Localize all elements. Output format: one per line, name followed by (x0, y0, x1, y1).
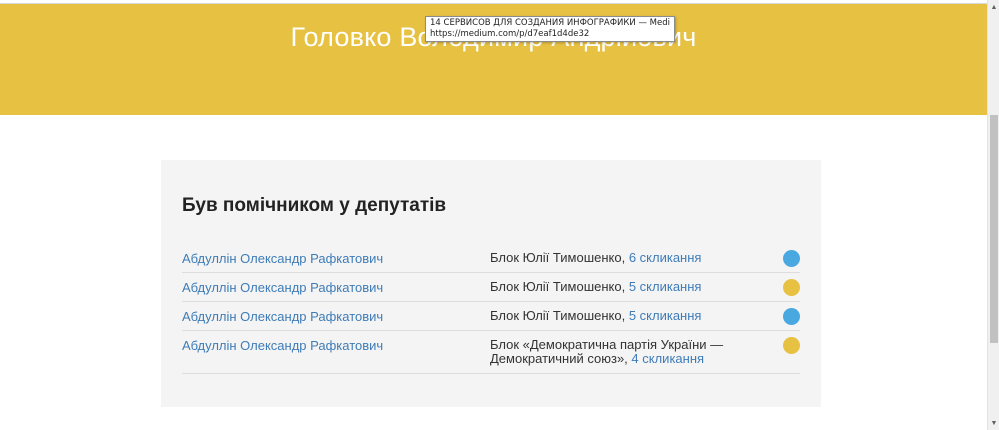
convocation-link[interactable]: 6 скликання (629, 250, 702, 265)
scrollbar-thumb[interactable] (990, 115, 998, 343)
convocation-link[interactable]: 4 скликання (631, 351, 704, 366)
deputy-link[interactable]: Абдуллін Олександр Рафкатович (182, 309, 383, 324)
convocation-link[interactable]: 5 скликання (629, 308, 702, 323)
deputies-list: Абдуллін Олександр Рафкатович Блок Юлії … (182, 244, 800, 374)
deputy-link[interactable]: Абдуллін Олександр Рафкатович (182, 251, 383, 266)
scroll-down-icon[interactable]: ▼ (988, 416, 999, 430)
link-tooltip: 14 СЕРВИСОВ ДЛЯ СОЗДАНИЯ ИНФОГРАФИКИ — M… (425, 16, 675, 42)
tooltip-url: https://medium.com/p/d7eaf1d4de32 (430, 29, 590, 39)
status-dot-icon (783, 337, 800, 354)
tooltip-title: 14 СЕРВИСОВ ДЛЯ СОЗДАНИЯ ИНФОГРАФИКИ — M… (430, 18, 670, 28)
list-item: Абдуллін Олександр Рафкатович Блок «Демо… (182, 331, 800, 374)
list-item: Абдуллін Олександр Рафкатович Блок Юлії … (182, 302, 800, 331)
status-dot-icon (783, 250, 800, 267)
list-item: Абдуллін Олександр Рафкатович Блок Юлії … (182, 273, 800, 302)
vertical-scrollbar[interactable]: ▲ ▼ (987, 0, 999, 430)
convocation-link[interactable]: 5 скликання (629, 279, 702, 294)
faction-name: Блок Юлії Тимошенко, (490, 250, 629, 265)
status-dot-icon (783, 279, 800, 296)
scroll-up-icon[interactable]: ▲ (988, 0, 999, 14)
status-dot-icon (783, 308, 800, 325)
section-title: Був помічником у депутатів (182, 195, 447, 216)
deputy-link[interactable]: Абдуллін Олександр Рафкатович (182, 338, 383, 353)
faction-text: Блок Юлії Тимошенко, 5 скликання (490, 280, 760, 294)
faction-name: Блок Юлії Тимошенко, (490, 279, 629, 294)
deputy-link[interactable]: Абдуллін Олександр Рафкатович (182, 280, 383, 295)
faction-text: Блок Юлії Тимошенко, 5 скликання (490, 309, 760, 323)
list-item: Абдуллін Олександр Рафкатович Блок Юлії … (182, 244, 800, 273)
faction-text: Блок «Демократична партія України — Демо… (490, 338, 760, 366)
faction-text: Блок Юлії Тимошенко, 6 скликання (490, 251, 760, 265)
faction-name: Блок Юлії Тимошенко, (490, 308, 629, 323)
assistant-card: Був помічником у депутатів Абдуллін Олек… (161, 160, 821, 407)
